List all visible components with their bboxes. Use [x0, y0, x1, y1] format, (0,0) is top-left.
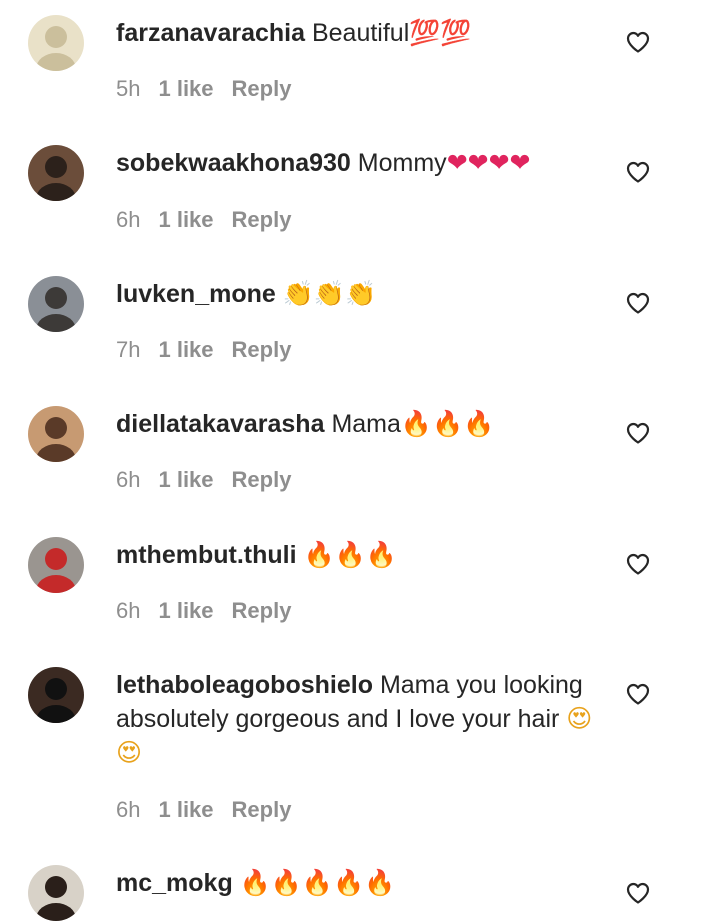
like-heart-icon[interactable] — [626, 422, 650, 444]
comment-timestamp: 5h — [116, 76, 141, 101]
comment-text: sobekwaakhona930 Mommy❤❤❤❤ — [116, 146, 606, 180]
reply-button[interactable]: Reply — [232, 467, 292, 492]
avatar[interactable] — [28, 406, 84, 462]
avatar[interactable] — [28, 276, 84, 332]
comment-likes-link[interactable]: 1 like — [158, 797, 213, 822]
avatar[interactable] — [28, 865, 84, 921]
comment-timestamp: 6h — [116, 797, 141, 822]
like-heart-icon[interactable] — [626, 31, 650, 53]
reply-button[interactable]: Reply — [232, 207, 292, 232]
comment-text: mc_mokg 🔥🔥🔥🔥🔥 — [116, 866, 606, 900]
comment-body: Mama — [331, 410, 401, 438]
comment-timestamp: 6h — [116, 467, 141, 492]
comment-emoji: 🔥🔥🔥🔥🔥 — [239, 868, 396, 897]
comment-meta: 6h 1 like Reply — [116, 467, 291, 493]
comment-meta: 6h 1 like Reply — [116, 598, 291, 624]
comment-likes-link[interactable]: 1 like — [158, 337, 213, 362]
comment-emoji: 💯💯 — [409, 18, 472, 47]
like-heart-icon[interactable] — [626, 161, 650, 183]
comment-likes-link[interactable]: 1 like — [158, 207, 213, 232]
like-heart-icon[interactable] — [626, 292, 650, 314]
comment-text: luvken_mone 👏👏👏 — [116, 277, 606, 311]
like-heart-icon[interactable] — [626, 553, 650, 575]
comment-username[interactable]: mc_mokg — [116, 869, 233, 897]
comment-username[interactable]: mthembut.thuli — [116, 541, 297, 569]
comment-emoji: 🔥🔥🔥 — [400, 409, 495, 438]
reply-button[interactable]: Reply — [232, 337, 292, 362]
comment-meta: 6h 1 like Reply — [116, 207, 291, 233]
reply-button[interactable]: Reply — [232, 797, 292, 822]
comment-text: farzanavarachia Beautiful💯💯 — [116, 16, 606, 50]
avatar[interactable] — [28, 537, 84, 593]
comment-emoji: 🔥🔥🔥 — [303, 540, 397, 569]
comment-body: Mommy — [357, 149, 447, 177]
comment-emoji: 👏👏👏 — [282, 279, 377, 308]
comment-username[interactable]: lethaboleagoboshielo — [116, 671, 373, 699]
comment-timestamp: 6h — [116, 598, 141, 623]
comment-text: diellatakavarasha Mama🔥🔥🔥 — [116, 407, 606, 441]
comment-likes-link[interactable]: 1 like — [158, 76, 213, 101]
comment-body: Beautiful — [311, 19, 410, 47]
avatar[interactable] — [28, 667, 84, 723]
avatar[interactable] — [28, 15, 84, 71]
avatar[interactable] — [28, 145, 84, 201]
reply-button[interactable]: Reply — [232, 598, 292, 623]
comment-username[interactable]: diellatakavarasha — [116, 410, 324, 438]
comment-text: lethaboleagoboshielo Mama you looking ab… — [116, 668, 606, 770]
like-heart-icon[interactable] — [626, 882, 650, 904]
comment-emoji: ❤❤❤❤ — [446, 148, 531, 177]
comment-timestamp: 7h — [116, 337, 141, 362]
comment-meta: 6h 1 like Reply — [116, 797, 291, 823]
comment-meta: 7h 1 like Reply — [116, 337, 291, 363]
comment-username[interactable]: farzanavarachia — [116, 19, 305, 47]
comment-likes-link[interactable]: 1 like — [158, 467, 213, 492]
comment-likes-link[interactable]: 1 like — [158, 598, 213, 623]
reply-button[interactable]: Reply — [232, 76, 292, 101]
comment-username[interactable]: sobekwaakhona930 — [116, 149, 351, 177]
comment-text: mthembut.thuli 🔥🔥🔥 — [116, 538, 606, 572]
comment-timestamp: 6h — [116, 207, 141, 232]
like-heart-icon[interactable] — [626, 683, 650, 705]
comment-meta: 5h 1 like Reply — [116, 76, 291, 102]
comment-username[interactable]: luvken_mone — [116, 280, 276, 308]
